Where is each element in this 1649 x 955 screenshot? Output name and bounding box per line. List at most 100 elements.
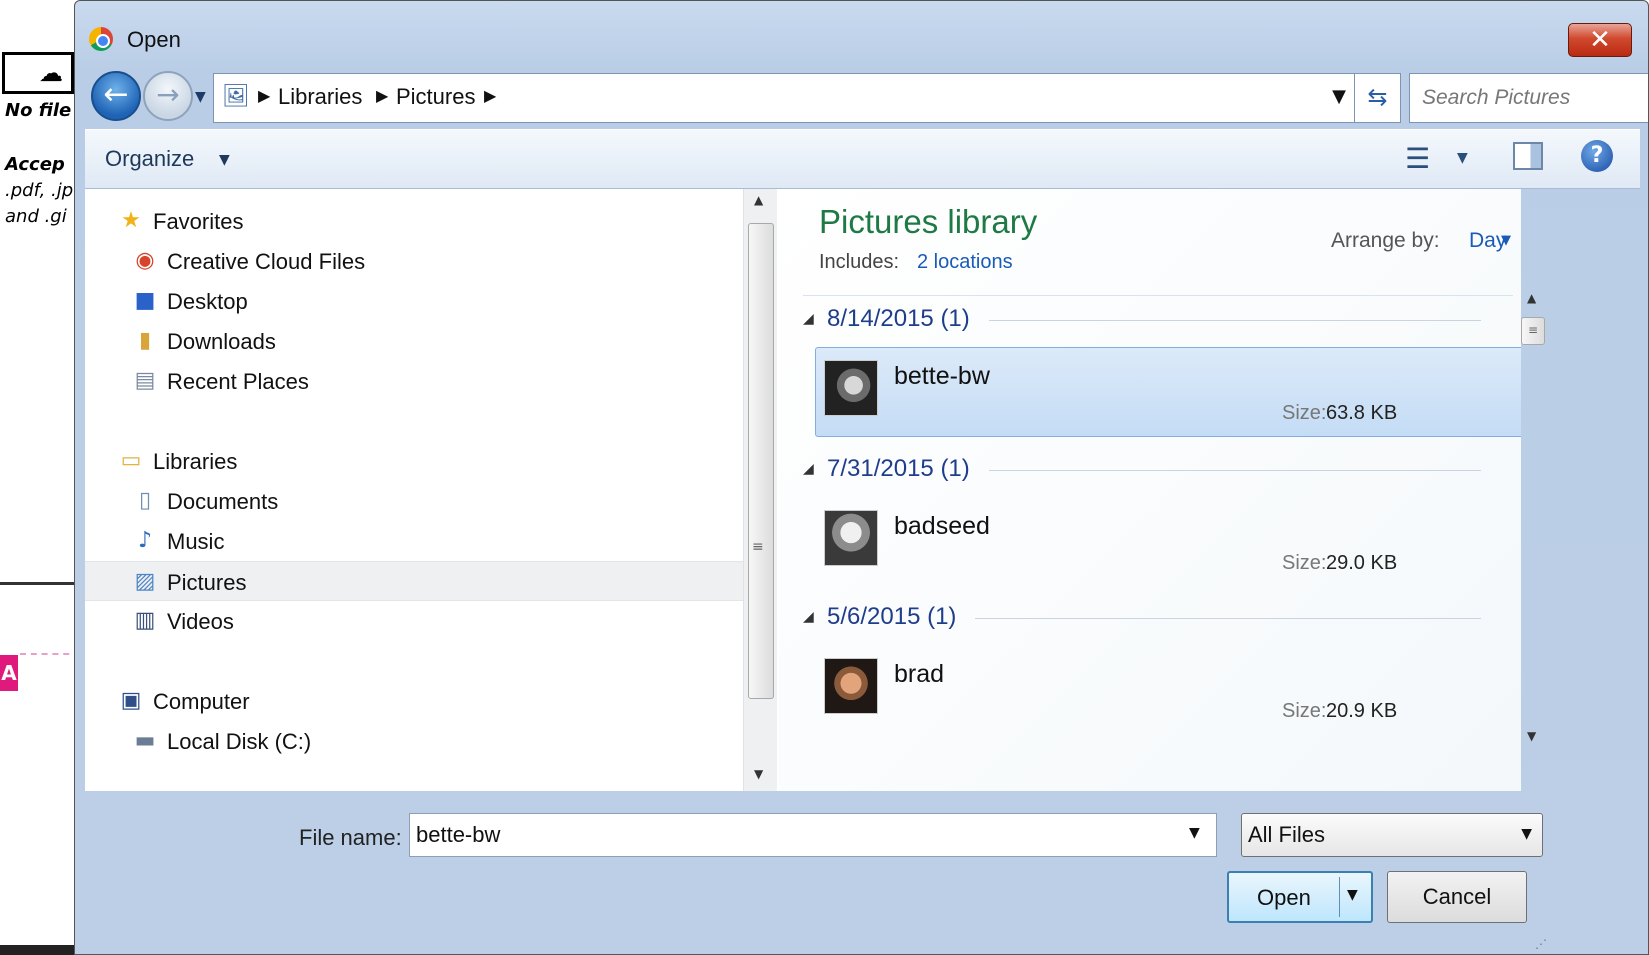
scroll-down-icon[interactable]: ▼ bbox=[754, 767, 763, 781]
close-button[interactable]: ✕ bbox=[1568, 23, 1632, 57]
file-name: bette-bw bbox=[894, 362, 990, 390]
breadcrumb-arrow-icon[interactable]: ▶ bbox=[376, 86, 388, 105]
nav-documents[interactable]: ▯ Documents bbox=[85, 481, 775, 521]
divider bbox=[803, 295, 1513, 296]
file-name: brad bbox=[894, 660, 945, 688]
open-dialog: Open ✕ ← → ▼ 🖼 ▶ Libraries ▶ Pictures ▶ … bbox=[74, 0, 1649, 955]
nav-favorites[interactable]: ★ Favorites bbox=[85, 201, 775, 241]
nav-label: Favorites bbox=[153, 209, 244, 234]
open-button[interactable]: Open ▼ bbox=[1227, 871, 1373, 923]
nav-label: Local Disk (C:) bbox=[167, 729, 312, 754]
file-size: 29.0 KB bbox=[1326, 552, 1398, 574]
chevron-down-icon[interactable]: ▼ bbox=[1332, 86, 1346, 107]
file-thumbnail bbox=[824, 510, 878, 566]
file-type-select[interactable]: All Files ▼ bbox=[1241, 813, 1543, 857]
date-group-title: 7/31/2015 (1) bbox=[827, 455, 970, 482]
preview-pane-icon[interactable] bbox=[1513, 142, 1543, 170]
divider bbox=[1339, 877, 1340, 917]
chevron-down-icon: ▼ bbox=[1521, 826, 1532, 842]
chrome-icon bbox=[89, 27, 113, 51]
upload-button[interactable]: ☁ bbox=[2, 52, 74, 94]
grip-icon: ≡ bbox=[752, 539, 764, 555]
organize-menu[interactable]: Organize bbox=[105, 146, 194, 172]
pictures-library-icon: 🖼 bbox=[222, 84, 250, 109]
collapse-icon[interactable]: ◢ bbox=[803, 609, 814, 625]
file-name-label: File name: bbox=[299, 825, 402, 850]
scrollbar-thumb[interactable]: ≡ bbox=[1521, 317, 1545, 345]
scroll-down-icon[interactable]: ▼ bbox=[1527, 729, 1536, 743]
file-item-bette-bw[interactable]: bette-bw Size: 63.8 KB bbox=[815, 347, 1521, 437]
refresh-button[interactable]: ⇆ bbox=[1355, 73, 1401, 123]
title-bar: Open ✕ bbox=[75, 1, 1648, 71]
formats-text: .pdf, .jp bbox=[5, 180, 74, 201]
breadcrumb-arrow-icon[interactable]: ▶ bbox=[258, 86, 270, 105]
date-group-header[interactable]: ◢ 5/6/2015 (1) bbox=[779, 599, 1521, 639]
nav-label: Recent Places bbox=[167, 369, 309, 394]
arrow-left-icon: ← bbox=[103, 77, 129, 112]
resize-grip-icon[interactable]: ⋰ bbox=[1535, 937, 1547, 951]
address-bar[interactable]: 🖼 ▶ Libraries ▶ Pictures ▶ ▼ bbox=[213, 73, 1355, 123]
cloud-upload-icon: ☁ bbox=[39, 59, 63, 87]
nav-local-disk[interactable]: ▬ Local Disk (C:) bbox=[85, 721, 775, 761]
divider bbox=[975, 618, 1481, 619]
scrollbar-thumb[interactable] bbox=[748, 223, 774, 699]
chevron-down-icon[interactable]: ▼ bbox=[1189, 825, 1200, 841]
breadcrumb-libraries[interactable]: Libraries bbox=[278, 84, 362, 110]
nav-computer[interactable]: ▣ Computer bbox=[85, 681, 775, 721]
chevron-down-icon[interactable]: ▼ bbox=[219, 152, 230, 168]
scroll-up-icon[interactable]: ▲ bbox=[754, 193, 763, 207]
refresh-icon: ⇆ bbox=[1367, 83, 1388, 111]
nav-label: Computer bbox=[153, 689, 250, 714]
divider bbox=[989, 470, 1481, 471]
nav-videos[interactable]: ▥ Videos bbox=[85, 601, 775, 641]
date-group-header[interactable]: ◢ 7/31/2015 (1) bbox=[779, 451, 1521, 491]
locations-link[interactable]: 2 locations bbox=[917, 251, 1013, 274]
back-button[interactable]: ← bbox=[91, 71, 141, 121]
disk-icon: ▬ bbox=[134, 728, 156, 753]
nav-label: Downloads bbox=[167, 329, 276, 354]
chevron-down-icon[interactable]: ▼ bbox=[1457, 150, 1468, 166]
search-box[interactable]: ⚲ bbox=[1409, 73, 1648, 123]
nav-label: Desktop bbox=[167, 289, 248, 314]
file-size-label: Size: bbox=[1282, 402, 1327, 424]
breadcrumb-pictures[interactable]: Pictures bbox=[396, 84, 475, 110]
nav-downloads[interactable]: ▮ Downloads bbox=[85, 321, 775, 361]
star-icon: ★ bbox=[121, 208, 141, 233]
music-icon: ♪ bbox=[137, 528, 153, 553]
desktop-icon: ■ bbox=[134, 288, 156, 313]
collapse-icon[interactable]: ◢ bbox=[803, 311, 814, 327]
view-list-icon[interactable]: ☰ bbox=[1405, 142, 1430, 175]
nav-label: Creative Cloud Files bbox=[167, 249, 366, 274]
date-group-header[interactable]: ◢ 8/14/2015 (1) bbox=[779, 301, 1521, 341]
nav-desktop[interactable]: ■ Desktop bbox=[85, 281, 775, 321]
nav-pictures[interactable]: ▨ Pictures bbox=[85, 561, 775, 601]
nav-label: Pictures bbox=[167, 570, 247, 595]
chevron-down-icon[interactable]: ▼ bbox=[1501, 233, 1511, 248]
nav-label: Videos bbox=[167, 609, 234, 634]
breadcrumb-arrow-icon[interactable]: ▶ bbox=[484, 86, 496, 105]
nav-label: Music bbox=[167, 529, 225, 554]
search-input[interactable] bbox=[1422, 84, 1648, 112]
nav-music[interactable]: ♪ Music bbox=[85, 521, 775, 561]
content-scrollbar[interactable]: ▲ ≡ ▼ bbox=[1519, 289, 1547, 789]
cancel-button[interactable]: Cancel bbox=[1387, 871, 1527, 923]
file-item-badseed[interactable]: badseed Size: 29.0 KB bbox=[815, 497, 1521, 587]
file-name-input[interactable] bbox=[409, 813, 1217, 857]
collapse-icon[interactable]: ◢ bbox=[803, 461, 814, 477]
chevron-down-icon[interactable]: ▼ bbox=[1347, 887, 1358, 903]
nav-libraries[interactable]: ▭ Libraries bbox=[85, 441, 775, 481]
file-item-brad[interactable]: brad Size: 20.9 KB bbox=[815, 645, 1521, 735]
bottom-bar bbox=[0, 945, 80, 955]
pictures-icon: ▨ bbox=[134, 569, 156, 594]
accept-text: Accep bbox=[5, 154, 65, 175]
forward-button[interactable]: → bbox=[143, 71, 193, 121]
recent-locations-dropdown[interactable]: ▼ bbox=[195, 89, 206, 105]
file-name: badseed bbox=[894, 512, 990, 540]
nav-creative-cloud-files[interactable]: ◉ Creative Cloud Files bbox=[85, 241, 775, 281]
toolbar: Organize ▼ ☰ ▼ ? bbox=[85, 129, 1640, 189]
navigation-scrollbar[interactable]: ▲ ≡ ▼ bbox=[743, 189, 777, 791]
file-size: 63.8 KB bbox=[1326, 402, 1398, 424]
scroll-up-icon[interactable]: ▲ bbox=[1527, 291, 1536, 305]
nav-recent-places[interactable]: ▤ Recent Places bbox=[85, 361, 775, 401]
help-icon[interactable]: ? bbox=[1581, 140, 1613, 172]
